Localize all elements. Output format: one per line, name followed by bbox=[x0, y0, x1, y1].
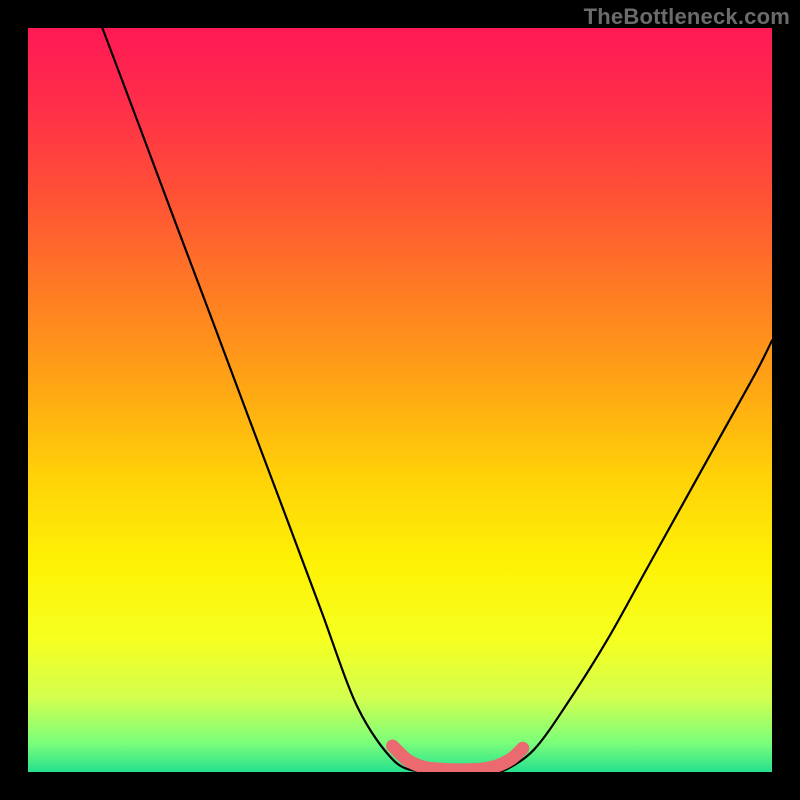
chart-frame: TheBottleneck.com bbox=[0, 0, 800, 800]
chart-plot-area bbox=[28, 28, 772, 772]
bottleneck-chart bbox=[28, 28, 772, 772]
watermark-label: TheBottleneck.com bbox=[584, 4, 790, 30]
chart-background bbox=[28, 28, 772, 772]
